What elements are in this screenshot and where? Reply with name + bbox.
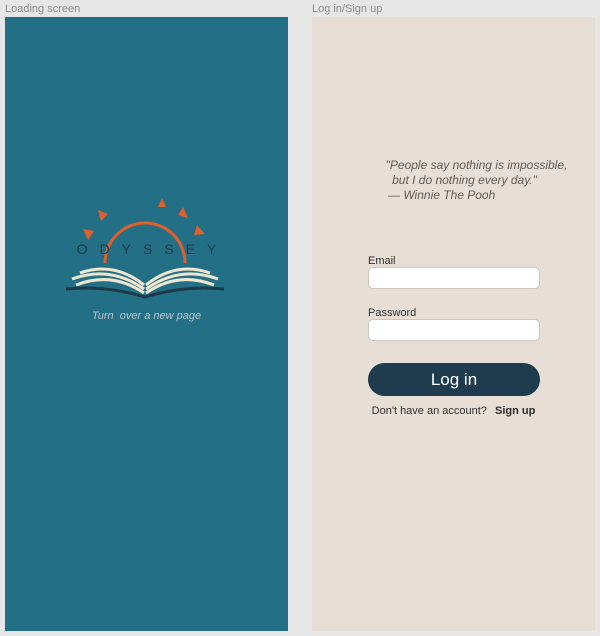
brand-name: ODYSSEY xyxy=(76,241,229,257)
sun-ray-center xyxy=(158,198,166,207)
login-button[interactable]: Log in xyxy=(368,363,540,396)
sun-ray-left-outer xyxy=(83,229,94,240)
sun-ray-left xyxy=(98,210,108,221)
password-label: Password xyxy=(368,307,417,319)
signup-link[interactable]: Sign up xyxy=(495,405,535,417)
sun-ray-right xyxy=(178,207,188,218)
quote-attribution: — Winnie The Pooh xyxy=(388,188,496,202)
signup-row: Don't have an account? Sign up xyxy=(312,405,595,417)
email-label: Email xyxy=(368,255,396,267)
quote-line-1: "People say nothing is impossible, xyxy=(385,158,568,172)
quote: "People say nothing is impossible, but I… xyxy=(312,158,595,203)
signup-prompt: Don't have an account? xyxy=(371,405,487,417)
login-screen: "People say nothing is impossible, but I… xyxy=(312,17,595,631)
login-screen-frame-label: Log in/Sign up xyxy=(312,3,383,15)
email-field[interactable] xyxy=(368,267,540,289)
loading-screen: ODYSSEY Turn over a new page xyxy=(5,17,288,631)
book-cover xyxy=(65,286,225,299)
quote-line-2: but I do nothing every day." xyxy=(392,173,537,187)
sun-ray-right-outer xyxy=(194,225,205,235)
tagline: Turn over a new page xyxy=(91,310,202,322)
password-field[interactable] xyxy=(368,319,540,341)
loading-screen-frame-label: Loading screen xyxy=(5,3,81,15)
